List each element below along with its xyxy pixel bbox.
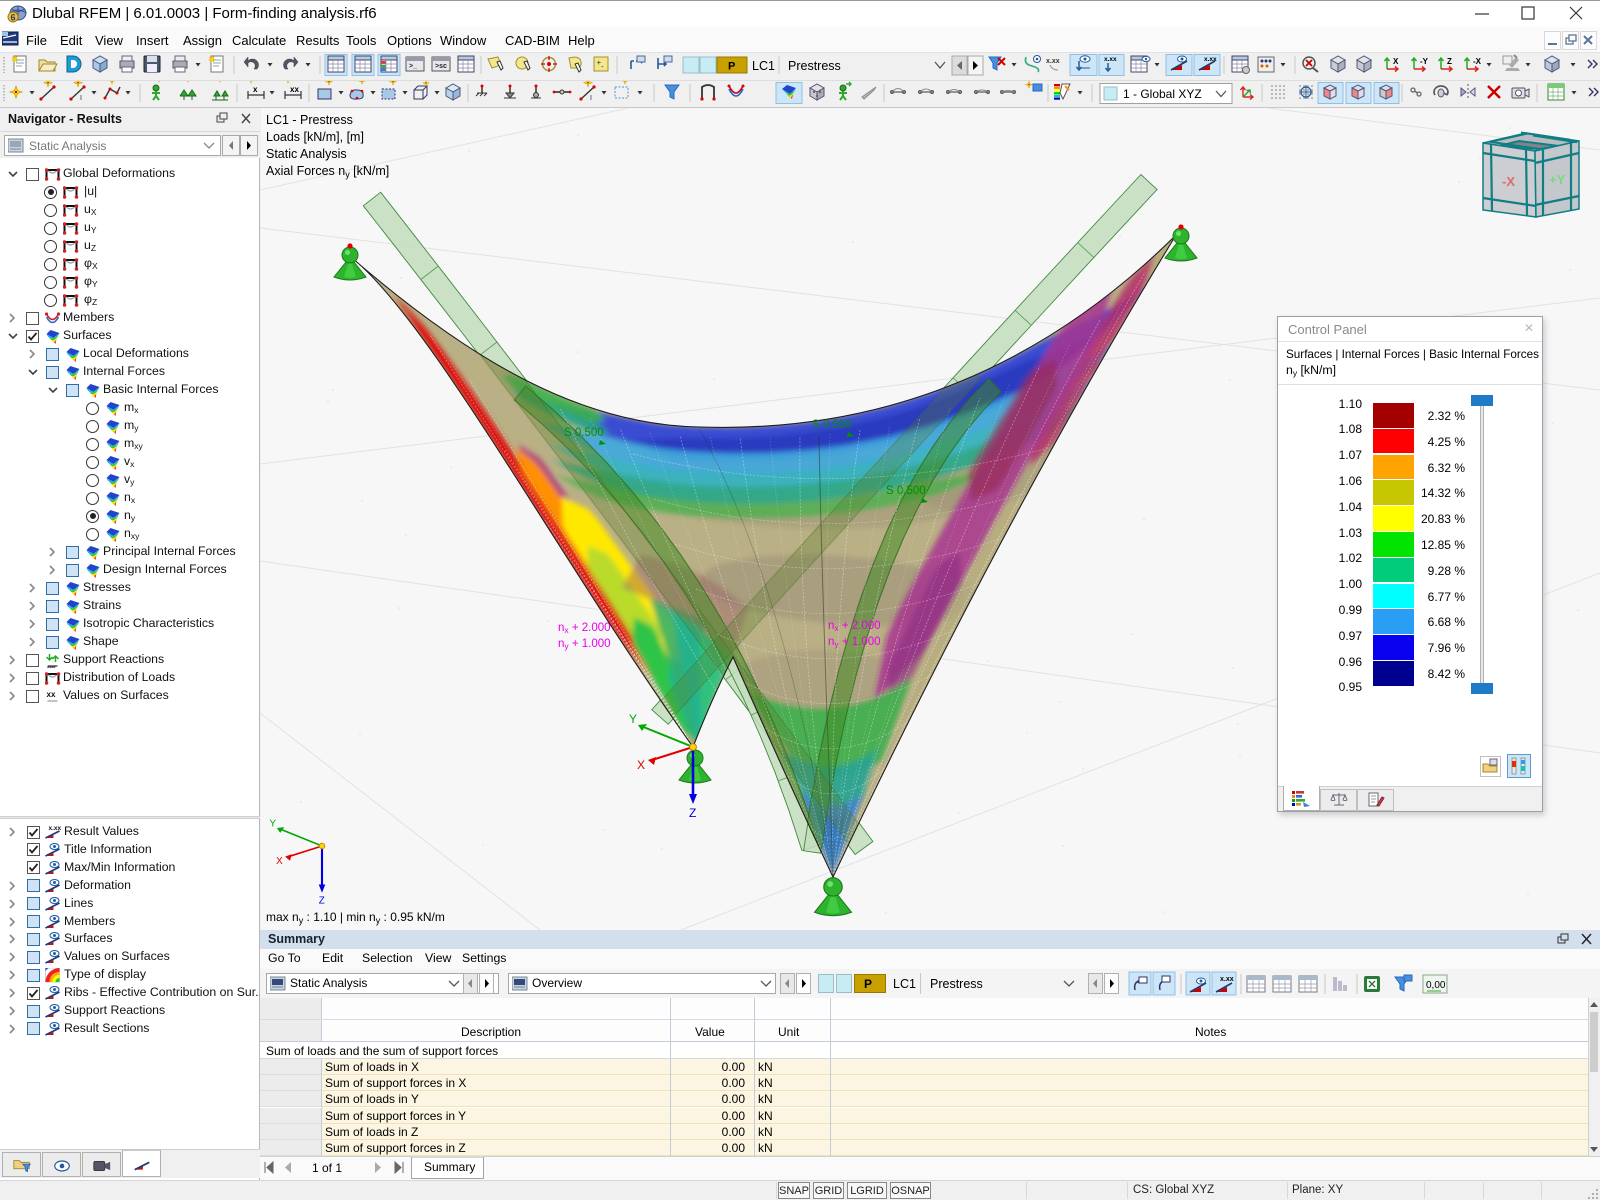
svg-text:x.xx: x.xx xyxy=(1046,58,1060,65)
svg-text:max ny : 1.10 | min ny : 0.95: max ny : 1.10 | min ny : 0.95 kN/m xyxy=(266,910,445,926)
svg-text:1 - Global XYZ: 1 - Global XYZ xyxy=(1123,87,1202,101)
svg-text:S 0.500: S 0.500 xyxy=(564,427,604,439)
svg-text:Y: Y xyxy=(270,818,277,829)
svg-text:S 0.500: S 0.500 xyxy=(886,485,926,497)
svg-text:Z: Z xyxy=(689,806,696,820)
svg-text:6: 6 xyxy=(10,13,15,23)
svg-text:I: I xyxy=(80,95,82,102)
svg-text:X: X xyxy=(1393,57,1399,66)
svg-text:-X: -X xyxy=(1502,174,1515,189)
svg-text:Axial Forces ny [kN/m]: Axial Forces ny [kN/m] xyxy=(266,164,389,180)
svg-text:-: - xyxy=(601,62,604,71)
svg-text:x: x xyxy=(253,85,258,94)
svg-text:Loads [kN/m], [m]: Loads [kN/m], [m] xyxy=(266,130,364,144)
svg-text:X: X xyxy=(637,758,645,772)
svg-text:Static Analysis: Static Analysis xyxy=(266,147,347,161)
svg-text:ny + 1.000: ny + 1.000 xyxy=(558,638,611,651)
svg-text:X: X xyxy=(276,856,283,867)
svg-text:0,00: 0,00 xyxy=(1426,980,1446,991)
svg-text:x.xx: x.xx xyxy=(1204,56,1217,63)
svg-text:x.xx: x.xx xyxy=(1104,56,1117,63)
svg-text:Z: Z xyxy=(1447,57,1452,66)
svg-text:xx: xx xyxy=(47,690,56,699)
svg-text:S 0.500: S 0.500 xyxy=(812,419,852,431)
svg-text:-Y: -Y xyxy=(1420,57,1429,66)
svg-text:>_: >_ xyxy=(409,63,417,70)
svg-text:Prestress: Prestress xyxy=(788,59,841,73)
svg-text:LC1 - Prestress: LC1 - Prestress xyxy=(266,113,353,127)
svg-text:Y: Y xyxy=(629,712,637,726)
svg-text:x.xx: x.xx xyxy=(49,825,62,832)
svg-text:LC1: LC1 xyxy=(752,59,775,73)
svg-text:-X: -X xyxy=(1473,57,1482,66)
svg-text:P: P xyxy=(728,61,735,73)
svg-text:Z: Z xyxy=(319,895,325,906)
svg-text:+Y: +Y xyxy=(1549,172,1566,187)
svg-text:I: I xyxy=(590,95,592,102)
svg-text:x.xx: x.xx xyxy=(1220,976,1234,983)
svg-text:>sc: >sc xyxy=(435,63,447,70)
svg-text:xx: xx xyxy=(290,85,299,94)
svg-text:nx + 2.000: nx + 2.000 xyxy=(558,622,611,635)
